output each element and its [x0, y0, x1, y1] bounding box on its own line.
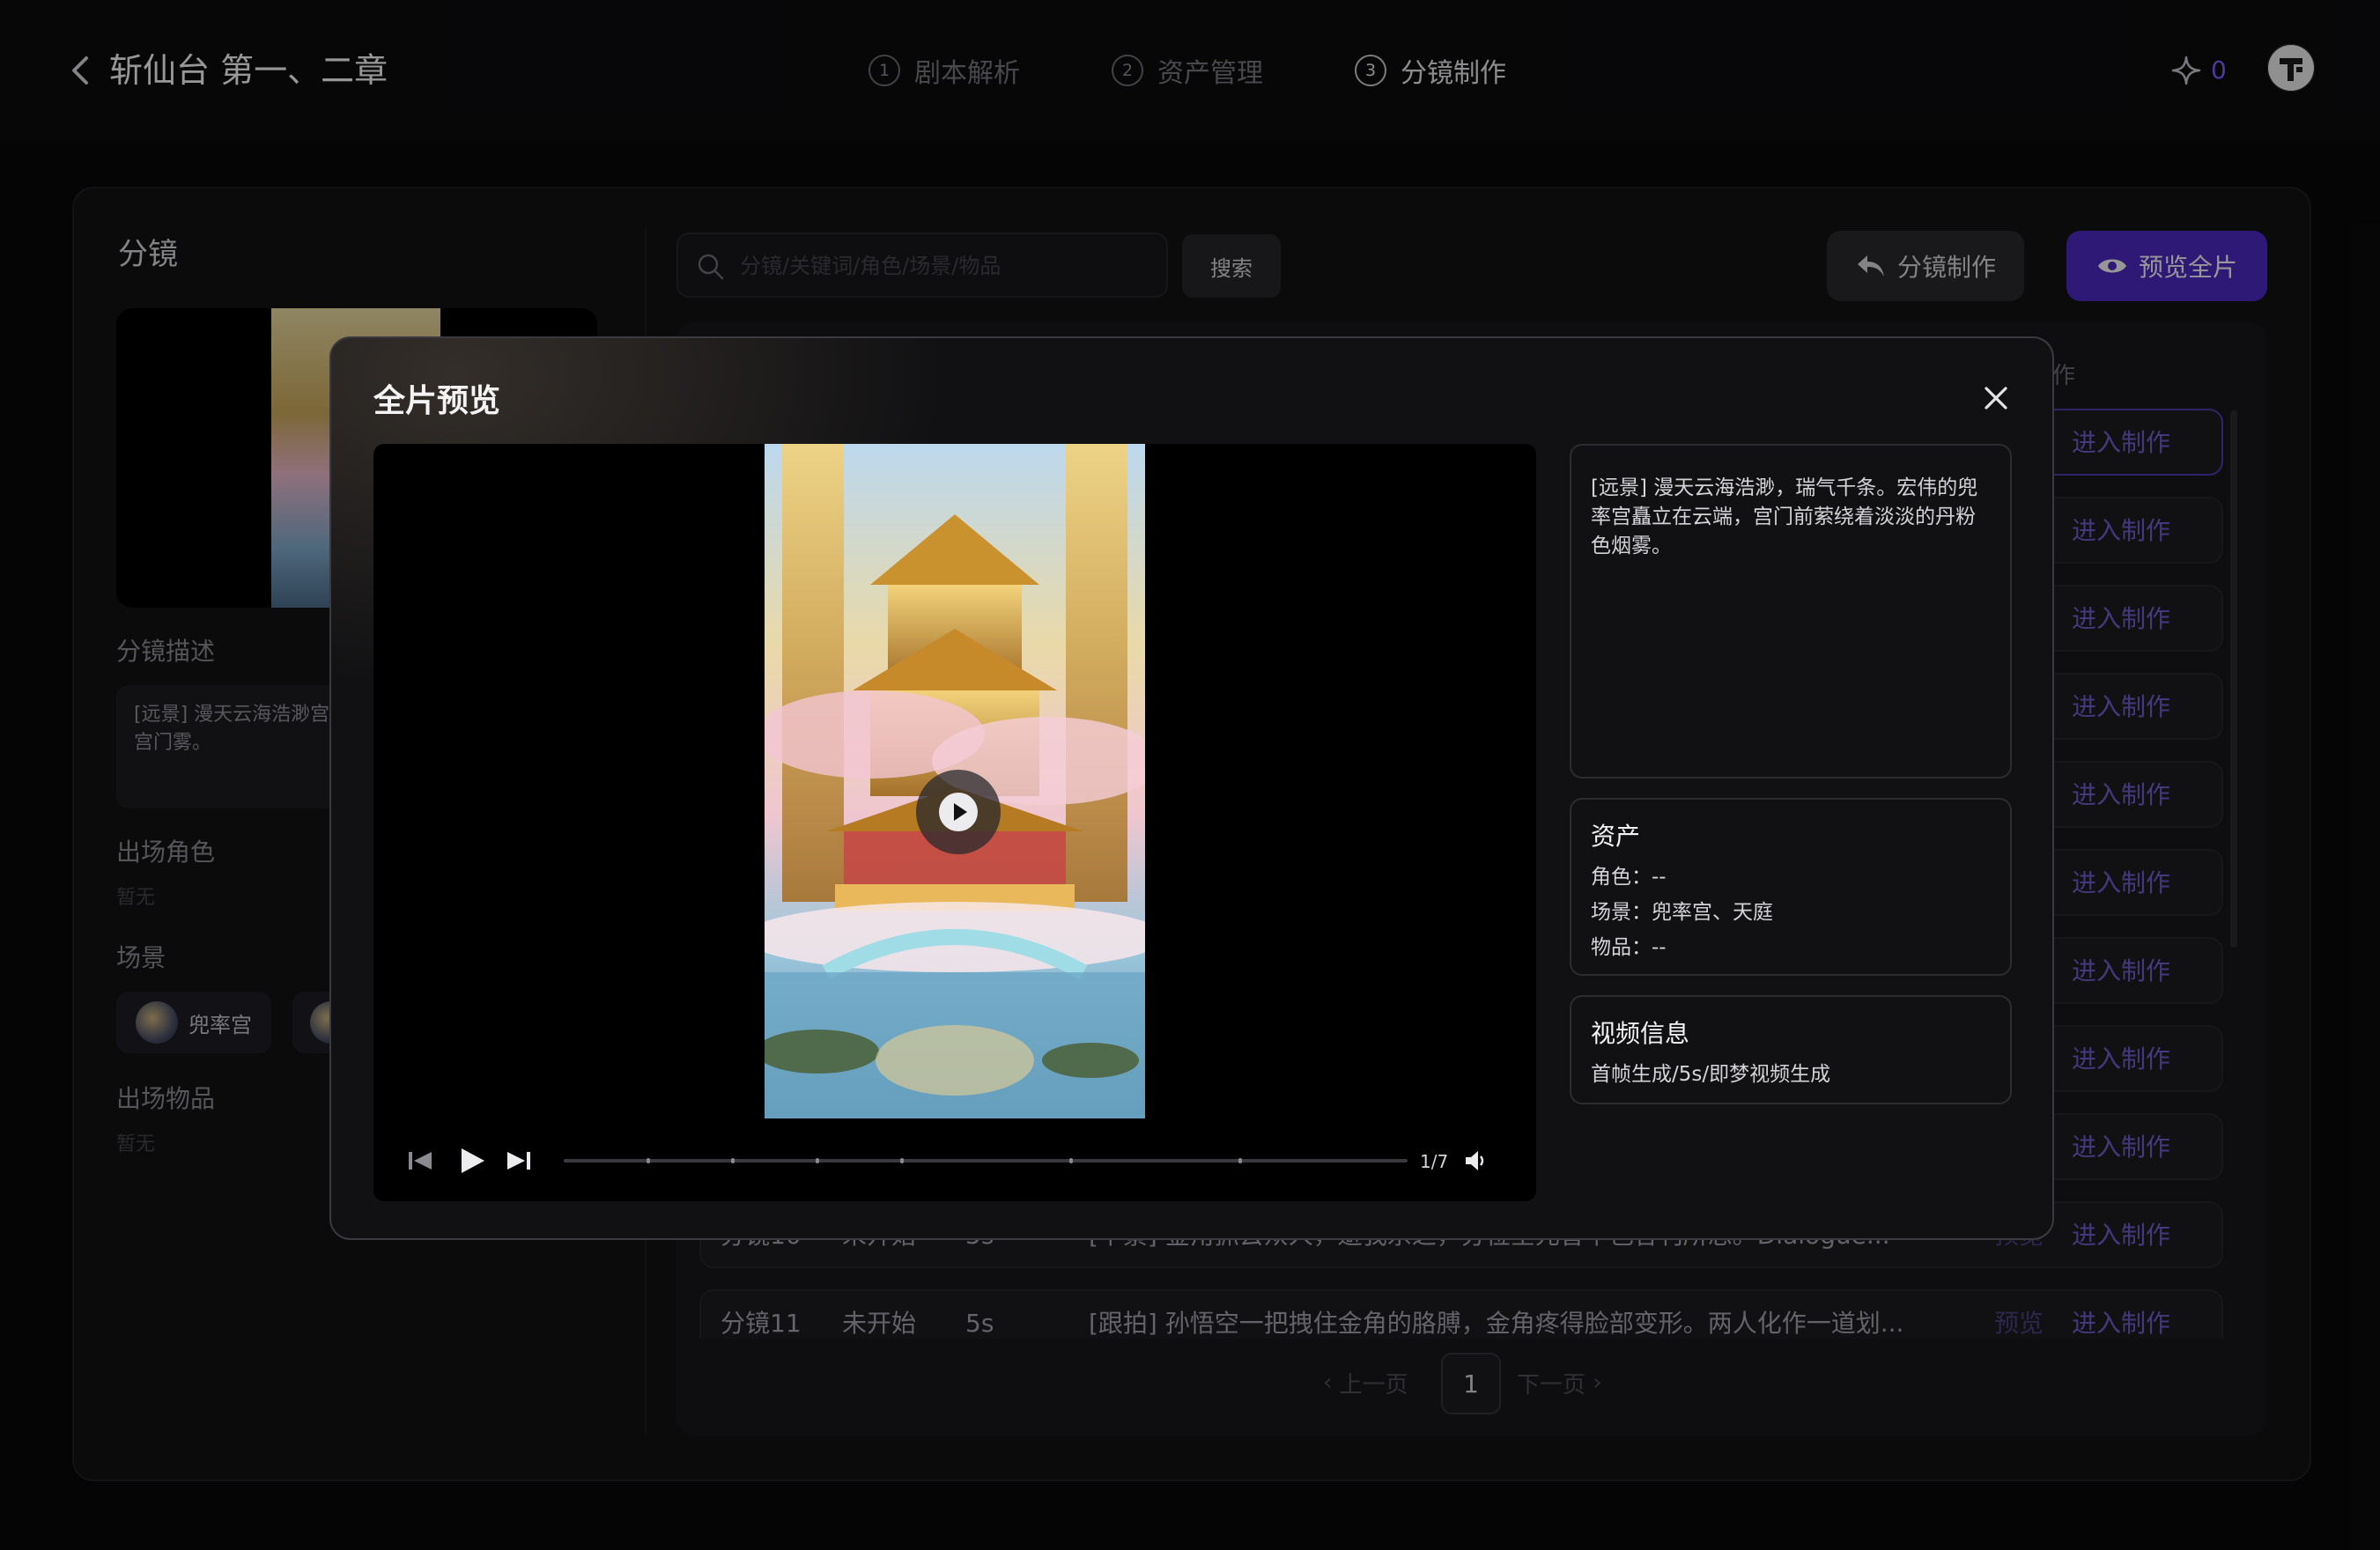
- assets-title: 资产: [1591, 822, 1641, 851]
- progress-bar[interactable]: [564, 1158, 1408, 1163]
- skip-previous-icon[interactable]: [407, 1143, 433, 1178]
- skip-next-icon[interactable]: [506, 1143, 532, 1178]
- center-play-button[interactable]: [916, 770, 1001, 854]
- assets-box: 资产 角色：-- 场景：兜率宫、天庭 物品：--: [1570, 798, 2012, 976]
- progress-tick: [731, 1158, 735, 1163]
- modal-title: 全片预览: [373, 383, 501, 419]
- video-info-title: 视频信息: [1591, 1019, 1690, 1048]
- progress-tick: [900, 1158, 904, 1163]
- assets-scene: 场景：兜率宫、天庭: [1591, 901, 1773, 924]
- progress-tick: [816, 1158, 819, 1163]
- clip-description: [远景] 漫天云海浩渺，瑞气千条。宏伟的兜率宫矗立在云端，宫门前萦绕着淡淡的丹粉…: [1570, 444, 2012, 779]
- clip-counter: 1/7: [1420, 1151, 1449, 1172]
- video-player[interactable]: 1/7: [373, 444, 1536, 1201]
- play-icon: [939, 793, 978, 831]
- assets-character: 角色：--: [1591, 866, 1667, 889]
- close-icon[interactable]: [1980, 382, 2012, 414]
- play-icon[interactable]: [456, 1143, 488, 1178]
- volume-icon[interactable]: [1462, 1143, 1487, 1178]
- progress-tick: [647, 1158, 650, 1163]
- progress-tick: [1238, 1158, 1242, 1163]
- progress-tick: [1069, 1158, 1073, 1163]
- video-info-box: 视频信息 首帧生成/5s/即梦视频生成: [1570, 995, 2012, 1104]
- full-preview-modal: 全片预览 1/7 [远景] 漫天云海浩渺，瑞气千条。宏伟的兜率宫矗立在云端，宫门…: [329, 336, 2054, 1240]
- assets-item: 物品：--: [1591, 936, 1667, 959]
- video-info-text: 首帧生成/5s/即梦视频生成: [1591, 1063, 1831, 1086]
